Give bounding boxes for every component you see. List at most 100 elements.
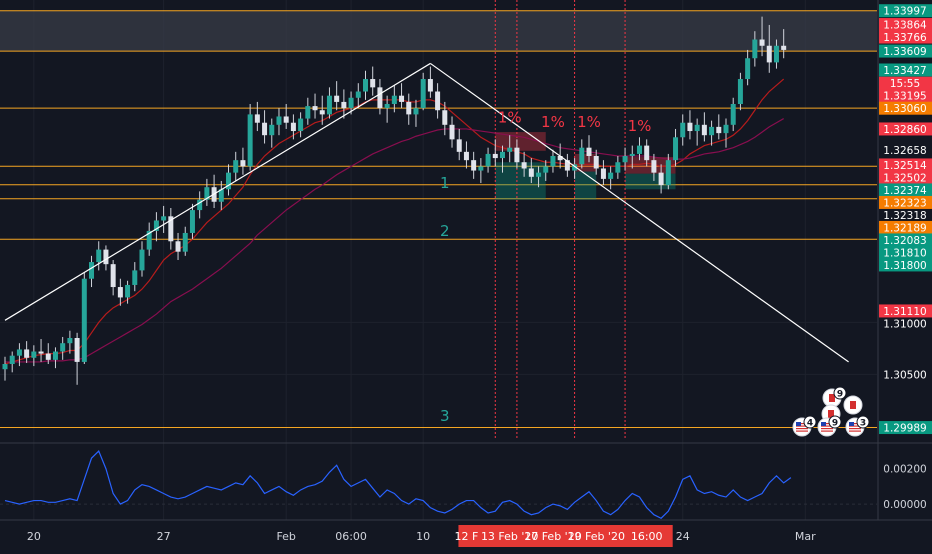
- chart-svg[interactable]: 1% 1% 1% 1% 1 2 3 1.33997 1.338641.33766 1.33609 1…: [0, 0, 932, 550]
- candle[interactable]: [117, 287, 123, 298]
- candle[interactable]: [730, 104, 736, 125]
- candle[interactable]: [233, 160, 239, 173]
- supply-zone[interactable]: [0, 10, 877, 52]
- candle[interactable]: [139, 249, 145, 271]
- candle[interactable]: [175, 241, 181, 252]
- candle[interactable]: [658, 172, 664, 186]
- candle[interactable]: [391, 95, 397, 104]
- candle[interactable]: [355, 91, 361, 98]
- candle[interactable]: [622, 156, 628, 163]
- candle[interactable]: [449, 124, 455, 140]
- candle[interactable]: [305, 106, 311, 119]
- candle[interactable]: [334, 95, 340, 102]
- candle[interactable]: [341, 101, 347, 109]
- candle[interactable]: [600, 168, 606, 179]
- candle[interactable]: [665, 160, 671, 186]
- candle[interactable]: [420, 79, 426, 109]
- candle[interactable]: [507, 147, 513, 152]
- candle[interactable]: [96, 249, 102, 263]
- candle[interactable]: [636, 145, 642, 154]
- candle[interactable]: [608, 172, 614, 179]
- candle[interactable]: [752, 39, 758, 59]
- candle[interactable]: [406, 101, 412, 115]
- candle[interactable]: [499, 151, 505, 159]
- candle[interactable]: [16, 349, 22, 356]
- candle[interactable]: [723, 124, 729, 134]
- candle[interactable]: [298, 118, 304, 132]
- candle[interactable]: [247, 114, 253, 167]
- candle[interactable]: [456, 139, 462, 152]
- candle[interactable]: [521, 162, 527, 169]
- candle[interactable]: [60, 343, 66, 352]
- candle[interactable]: [38, 351, 44, 354]
- candle[interactable]: [262, 122, 268, 136]
- candle[interactable]: [427, 79, 433, 92]
- candle[interactable]: [413, 108, 419, 115]
- candle[interactable]: [435, 91, 441, 111]
- candle[interactable]: [110, 264, 116, 288]
- candle[interactable]: [442, 110, 448, 125]
- candle[interactable]: [319, 110, 325, 115]
- candle[interactable]: [326, 95, 332, 115]
- candle[interactable]: [161, 216, 167, 221]
- candle[interactable]: [737, 79, 743, 104]
- candle[interactable]: [773, 45, 779, 63]
- candle[interactable]: [629, 153, 635, 156]
- candle[interactable]: [9, 355, 15, 364]
- candle[interactable]: [24, 349, 30, 358]
- candle[interactable]: [492, 153, 498, 159]
- candle[interactable]: [615, 162, 621, 173]
- candle[interactable]: [745, 58, 751, 80]
- candle[interactable]: [536, 172, 542, 177]
- candle[interactable]: [399, 95, 405, 102]
- candle[interactable]: [89, 262, 95, 279]
- candle[interactable]: [543, 166, 549, 173]
- candle[interactable]: [694, 124, 700, 132]
- chart-area[interactable]: 1% 1% 1% 1% 1 2 3 1.33997 1.33864 1.33766 1.33609 1…: [0, 0, 932, 550]
- candle[interactable]: [74, 338, 80, 362]
- candle[interactable]: [370, 79, 376, 88]
- position-target-zone-1[interactable]: [574, 171, 597, 200]
- candle[interactable]: [528, 168, 534, 177]
- candle[interactable]: [52, 351, 58, 360]
- candle[interactable]: [471, 160, 477, 171]
- candle[interactable]: [651, 160, 657, 173]
- candle[interactable]: [189, 210, 195, 233]
- candle[interactable]: [514, 147, 520, 163]
- candle[interactable]: [81, 278, 87, 362]
- candle[interactable]: [593, 156, 599, 169]
- candle[interactable]: [45, 353, 51, 360]
- candle[interactable]: [31, 351, 37, 358]
- candle[interactable]: [276, 116, 282, 125]
- candle[interactable]: [687, 122, 693, 132]
- candle[interactable]: [363, 79, 368, 92]
- candle[interactable]: [254, 114, 260, 123]
- candle[interactable]: [680, 122, 686, 138]
- candle[interactable]: [384, 104, 390, 109]
- candle[interactable]: [781, 45, 787, 50]
- candle[interactable]: [673, 137, 679, 161]
- candle[interactable]: [485, 153, 491, 167]
- candle[interactable]: [283, 116, 289, 123]
- candle[interactable]: [132, 270, 138, 285]
- candle[interactable]: [709, 126, 715, 136]
- candle[interactable]: [125, 284, 131, 298]
- candle[interactable]: [759, 39, 765, 46]
- candle[interactable]: [182, 232, 188, 252]
- candle[interactable]: [290, 122, 296, 132]
- candle[interactable]: [701, 124, 707, 136]
- candle[interactable]: [586, 147, 592, 156]
- candle[interactable]: [550, 156, 556, 167]
- candle[interactable]: [716, 126, 722, 134]
- candle[interactable]: [103, 249, 109, 265]
- candle[interactable]: [478, 166, 484, 171]
- candle[interactable]: [312, 106, 318, 111]
- candle[interactable]: [269, 124, 275, 136]
- candle[interactable]: [644, 145, 650, 161]
- candle[interactable]: [240, 160, 246, 167]
- candle[interactable]: [377, 87, 383, 109]
- candle[interactable]: [67, 338, 73, 344]
- candle[interactable]: [579, 147, 585, 165]
- candle[interactable]: [463, 151, 469, 161]
- candle[interactable]: [766, 45, 772, 63]
